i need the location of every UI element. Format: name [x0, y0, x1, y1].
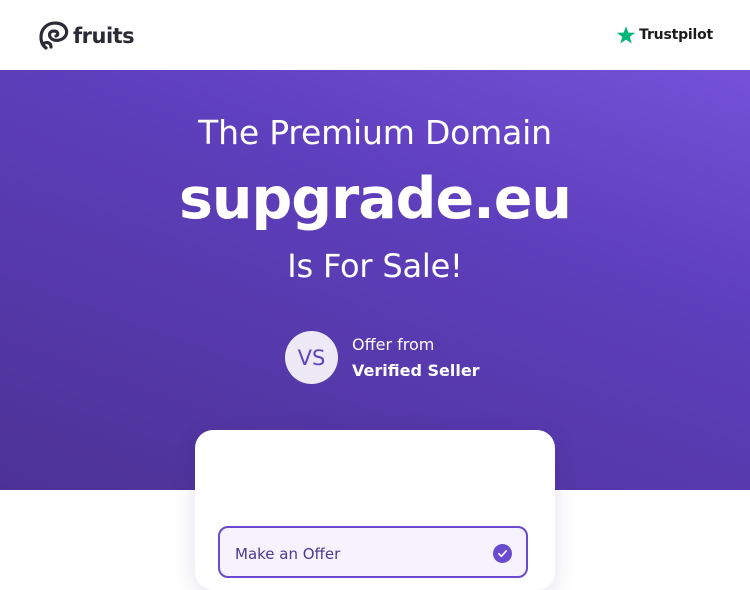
trustpilot-label: Trustpilot	[639, 27, 713, 43]
offer-card: Make an Offer	[195, 430, 555, 590]
hero-heading: The Premium Domain	[198, 113, 552, 152]
check-icon	[493, 544, 512, 563]
seller-name: Verified Seller	[352, 360, 480, 380]
domain-name: supgrade.eu	[178, 166, 572, 232]
seller-info: VS Offer from Verified Seller	[285, 331, 480, 384]
make-offer-option[interactable]: Make an Offer	[218, 526, 528, 578]
seller-avatar: VS	[285, 331, 338, 384]
seller-text: Offer from Verified Seller	[352, 332, 480, 384]
trustpilot-badge[interactable]: Trustpilot	[616, 25, 713, 45]
brand-name: fruits	[73, 24, 135, 48]
fruits-logo[interactable]: fruits	[37, 20, 135, 52]
star-icon	[616, 26, 636, 44]
offer-from-label: Offer from	[352, 334, 435, 354]
for-sale-text: Is For Sale!	[287, 247, 463, 285]
site-header: fruits Trustpilot	[0, 0, 750, 70]
hero-banner: The Premium Domain supgrade.eu Is For Sa…	[0, 70, 750, 490]
fruits-logo-icon	[39, 21, 69, 50]
make-offer-label: Make an Offer	[235, 545, 341, 563]
